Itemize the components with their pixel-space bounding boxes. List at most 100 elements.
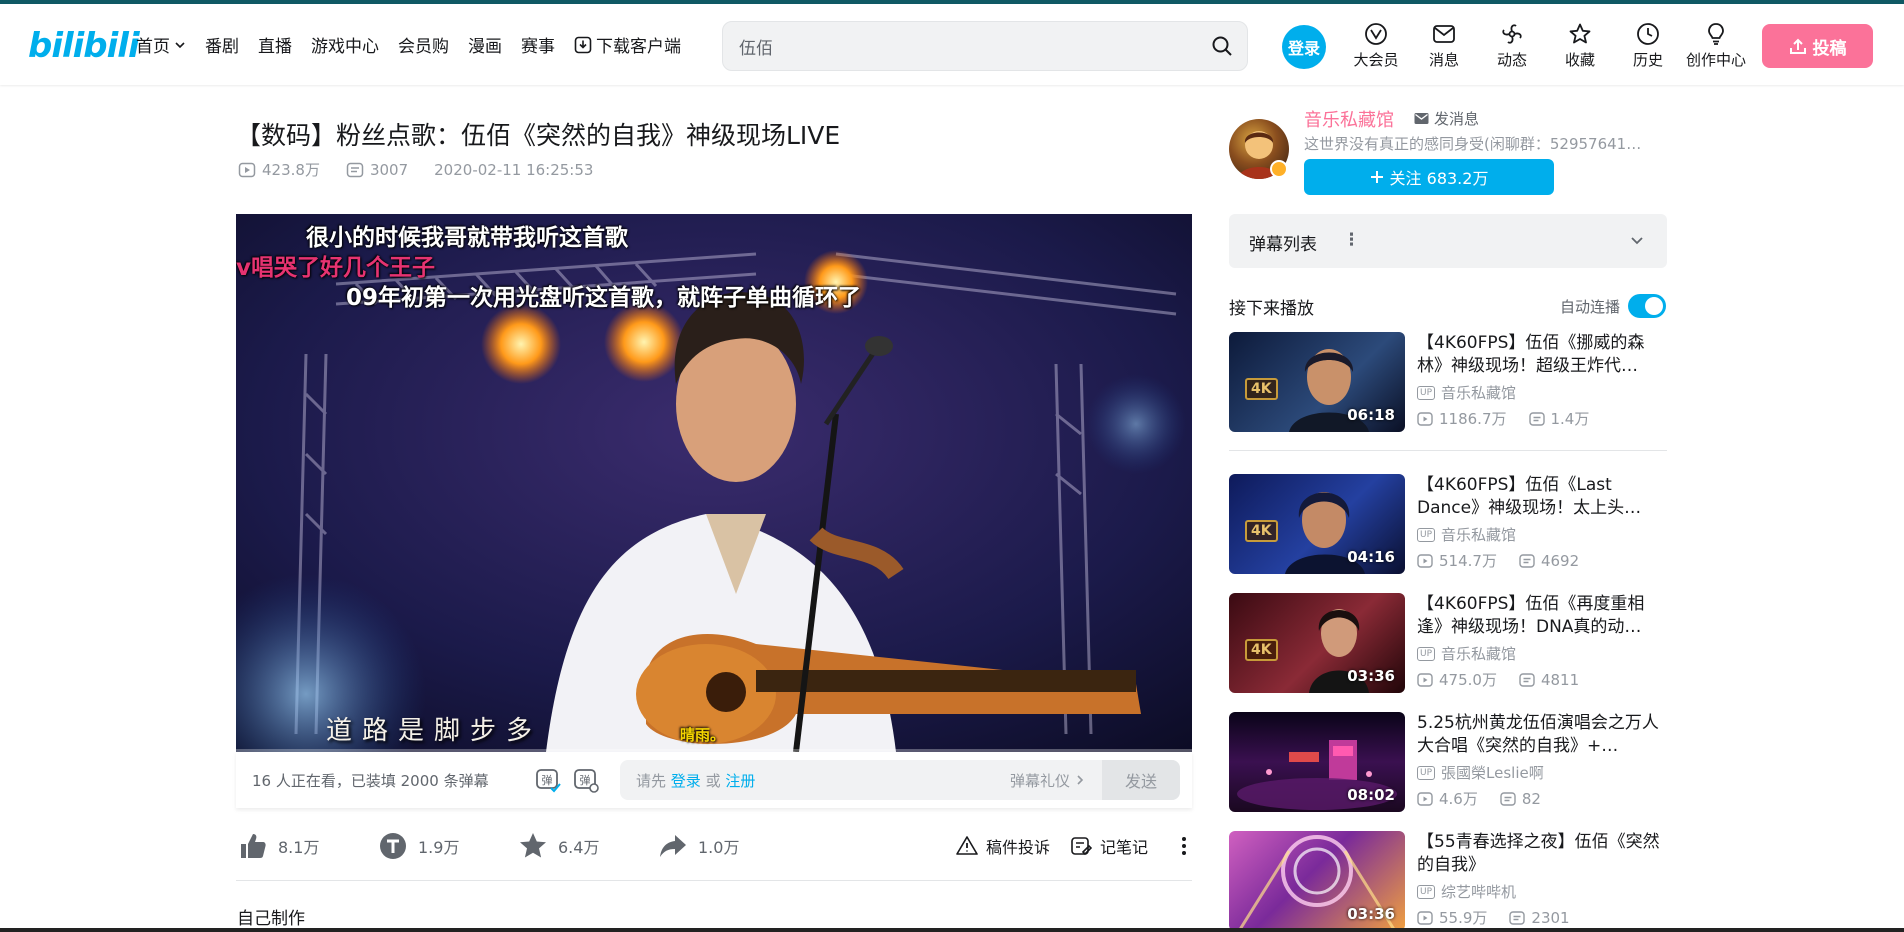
nav-anime[interactable]: 番剧	[205, 32, 239, 57]
notes-button[interactable]: 记笔记	[1070, 834, 1148, 858]
recommended-uploader[interactable]: UP 综艺哔哔机	[1417, 881, 1516, 902]
video-duration: 03:36	[1347, 667, 1395, 685]
star-icon	[1569, 23, 1591, 44]
autoplay-toggle[interactable]	[1628, 294, 1667, 318]
send-message-link[interactable]: 发消息	[1414, 108, 1479, 129]
send-button[interactable]: 发送	[1102, 760, 1180, 800]
danmaku-list-panel[interactable]: 弹幕列表 ⋮	[1229, 214, 1667, 268]
recommended-uploader[interactable]: UP 音乐私藏馆	[1417, 643, 1516, 664]
video-title: 【数码】粉丝点歌：伍佰《突然的自我》神级现场LIVE	[236, 121, 841, 150]
bulb-icon	[1708, 23, 1724, 45]
register-link[interactable]: 注册	[725, 772, 755, 790]
recommended-title[interactable]: 【4K60FPS】伍佰《再度重相逢》神级现场！DNA真的动…	[1417, 593, 1667, 639]
up-icon: UP	[1417, 527, 1436, 542]
thumbs-up-icon	[241, 834, 266, 858]
window-bottom-edge	[0, 928, 1904, 932]
follow-button[interactable]: 关注 683.2万	[1304, 159, 1554, 195]
uploader-name[interactable]: 音乐私藏馆	[1304, 106, 1394, 132]
vip-icon	[1365, 23, 1387, 45]
recommended-title[interactable]: 【4K60FPS】伍佰《Last Dance》神级现场！太上头…	[1417, 474, 1667, 520]
more-vertical-icon[interactable]	[1176, 834, 1192, 858]
vip-entry[interactable]: 大会员	[1342, 22, 1410, 70]
send-message-label: 发消息	[1434, 110, 1480, 128]
nav-shop[interactable]: 会员购	[398, 32, 449, 57]
recommended-video[interactable]: 08:02 5.25杭州黄龙伍佰演唱会之万人大合唱《突然的自我》+… UP 張國榮…	[1229, 712, 1667, 812]
dynamic-entry[interactable]: 动态	[1478, 22, 1546, 70]
up-icon: UP	[1417, 765, 1436, 780]
recommended-stats: 475.0万 4811	[1417, 669, 1579, 690]
recommended-uploader[interactable]: UP 音乐私藏馆	[1417, 524, 1516, 545]
video-thumbnail[interactable]: 08:02	[1229, 712, 1405, 812]
favorites-entry[interactable]: 收藏	[1546, 22, 1614, 70]
coin-button[interactable]: 1.9万	[378, 831, 478, 861]
recommended-video[interactable]: 4K 06:18 【4K60FPS】伍佰《挪威的森林》神级现场！超级王炸代… U…	[1229, 332, 1667, 432]
upload-icon	[1789, 38, 1806, 54]
like-button[interactable]: 8.1万	[238, 831, 338, 861]
autoplay-control: 自动连播	[1560, 294, 1667, 318]
video-thumbnail[interactable]: 4K 04:16	[1229, 474, 1405, 574]
danmaku-count: 1.4万	[1550, 410, 1590, 428]
recommended-uploader[interactable]: UP 音乐私藏馆	[1417, 382, 1516, 403]
video-thumbnail[interactable]: 4K 06:18	[1229, 332, 1405, 432]
favorite-star-icon	[520, 833, 546, 858]
note-icon	[1071, 837, 1092, 856]
danmaku-settings-icon[interactable]: 弹	[572, 766, 600, 794]
login-link[interactable]: 登录	[671, 772, 701, 790]
search-icon[interactable]	[1211, 35, 1233, 57]
up-icon: UP	[1417, 385, 1436, 400]
danmaku-etiquette-link[interactable]: 弹幕礼仪	[1010, 770, 1085, 791]
nav-download[interactable]: 下载客户端	[574, 32, 681, 57]
login-button[interactable]: 登录	[1282, 25, 1326, 69]
share-count: 1.0万	[698, 838, 740, 857]
recommended-stats: 1186.7万 1.4万	[1417, 408, 1589, 429]
recommended-title[interactable]: 5.25杭州黄龙伍佰演唱会之万人大合唱《突然的自我》+…	[1417, 712, 1667, 758]
nav-home-label: 首页	[136, 37, 170, 57]
video-duration: 08:02	[1347, 786, 1395, 804]
report-button[interactable]: 稿件投诉	[956, 834, 1050, 858]
nav-live[interactable]: 直播	[258, 32, 292, 57]
chevron-down-icon	[175, 41, 185, 48]
dynamic-label: 动态	[1496, 51, 1527, 69]
search-input[interactable]	[739, 34, 1179, 58]
nav-esports[interactable]: 赛事	[521, 32, 555, 57]
recommended-uploader[interactable]: UP 張國榮Leslie啊	[1417, 762, 1544, 783]
danmaku-bullet: 很小的时候我哥就带我听这首歌	[306, 225, 628, 251]
share-button[interactable]: 1.0万	[658, 831, 758, 861]
recommendation-divider	[1229, 450, 1667, 451]
danmaku-count-icon	[1500, 791, 1516, 806]
danmaku-input[interactable]: 请先 登录 或 注册 弹幕礼仪 发送	[620, 760, 1180, 800]
svg-text:弹: 弹	[580, 773, 591, 787]
danmaku-count: 4811	[1540, 670, 1580, 689]
header-icons: 大会员 消息 动态 收藏 历史 创作中心	[1342, 22, 1750, 70]
uploader-label: 張國榮Leslie啊	[1441, 764, 1544, 782]
more-options-icon[interactable]: ⋮	[1343, 230, 1360, 250]
uploader-description: 这世界没有真正的感同身受(闲聊群：52957641…	[1304, 135, 1642, 153]
recommended-video[interactable]: 4K 03:36 【4K60FPS】伍佰《再度重相逢》神级现场！DNA真的动… …	[1229, 593, 1667, 693]
creator-center-label: 创作中心	[1685, 51, 1746, 69]
recommended-title[interactable]: 【4K60FPS】伍佰《挪威的森林》神级现场！超级王炸代…	[1417, 332, 1667, 378]
danmaku-count: 4692	[1540, 551, 1580, 570]
danmaku-toggle-icon[interactable]: 弹	[534, 766, 562, 794]
history-entry[interactable]: 历史	[1614, 22, 1682, 70]
recommended-video[interactable]: 03:36 【55青春选择之夜】伍佰《突然的自我》 UP 综艺哔哔机 55.9万 …	[1229, 831, 1667, 931]
creator-center-entry[interactable]: 创作中心	[1682, 22, 1750, 70]
recommended-video[interactable]: 4K 04:16 【4K60FPS】伍佰《Last Dance》神级现场！太上头…	[1229, 474, 1667, 574]
video-description: 自己制作	[237, 909, 305, 929]
nav-manga[interactable]: 漫画	[468, 32, 502, 57]
danmaku-count-icon	[1528, 411, 1545, 426]
play-count-icon	[1417, 553, 1433, 568]
nav-home[interactable]: 首页	[136, 32, 186, 57]
danmaku-count: 3007	[369, 160, 409, 179]
bilibili-logo[interactable]: bilibili	[28, 26, 140, 66]
chevron-down-icon[interactable]	[1629, 232, 1645, 248]
video-thumbnail[interactable]: 03:36	[1229, 831, 1405, 931]
upload-button[interactable]: 投稿	[1762, 24, 1873, 68]
recommended-title[interactable]: 【55青春选择之夜】伍佰《突然的自我》	[1417, 831, 1667, 877]
favorite-button[interactable]: 6.4万	[518, 831, 618, 861]
video-thumbnail[interactable]: 4K 03:36	[1229, 593, 1405, 693]
video-duration: 03:36	[1347, 905, 1395, 923]
4k-badge: 4K	[1245, 639, 1278, 661]
nav-game-center[interactable]: 游戏中心	[311, 32, 379, 57]
message-entry[interactable]: 消息	[1410, 22, 1478, 70]
video-player[interactable]: 很小的时候我哥就带我听这首歌 v唱哭了好几个王子 09年初第一次用光盘听这首歌，…	[236, 214, 1192, 752]
